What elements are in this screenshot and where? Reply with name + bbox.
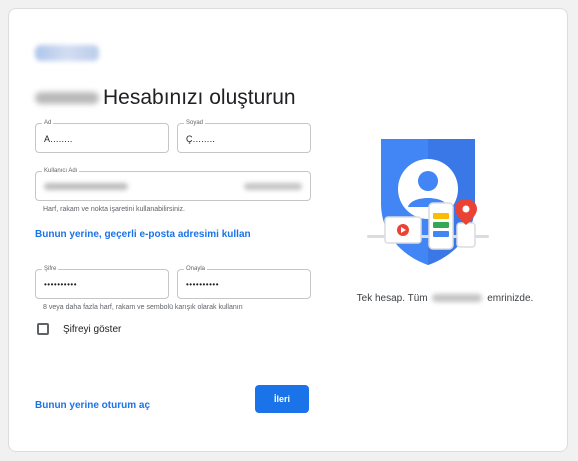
page-heading: Hesabınızı oluşturun: [35, 83, 296, 113]
confirm-password-field[interactable]: Onayla ••••••••••: [177, 264, 311, 299]
first-name-field[interactable]: Ad A........: [35, 118, 169, 153]
username-label: Kullanıcı Adı: [42, 166, 80, 176]
first-name-label: Ad: [42, 118, 54, 128]
username-value-blurred: [44, 183, 128, 190]
brand-name-blurred-tagline: [432, 294, 483, 303]
avatar-icon: [418, 171, 438, 191]
last-name-field[interactable]: Soyad Ç........: [177, 118, 311, 153]
confirm-password-label: Onayla: [184, 264, 208, 274]
email-domain-suffix: [244, 183, 302, 190]
tagline-prefix: Tek hesap. Tüm: [356, 293, 428, 304]
tagline: Tek hesap. Tüm emrinizde.: [335, 293, 555, 304]
next-button[interactable]: İleri: [255, 385, 309, 413]
last-name-label: Soyad: [184, 118, 206, 128]
use-existing-email-link[interactable]: Bunun yerine, geçerli e-posta adresimi k…: [35, 229, 251, 240]
last-name-value: Ç........: [186, 134, 216, 144]
password-hint: 8 veya daha fazla harf, rakam ve sembolü…: [43, 304, 243, 311]
show-password-checkbox[interactable]: [37, 323, 49, 335]
brand-logo: [35, 45, 99, 61]
signup-card: Hesabınızı oluşturun Ad A........ Soyad …: [8, 8, 568, 452]
password-field[interactable]: Şifre ••••••••••: [35, 264, 169, 299]
show-password-label[interactable]: Şifreyi göster: [63, 324, 121, 335]
confirm-password-value: ••••••••••: [186, 280, 220, 289]
page-title: Hesabınızı oluşturun: [103, 86, 296, 109]
password-label: Şifre: [42, 264, 59, 274]
username-field[interactable]: Kullanıcı Adı: [35, 166, 311, 201]
first-name-value: A........: [44, 134, 73, 144]
username-hint: Harf, rakam ve nokta işaretini kullanabi…: [43, 206, 185, 213]
sign-in-instead-link[interactable]: Bunun yerine oturum aç: [35, 400, 150, 411]
account-shield-illustration: [367, 139, 489, 265]
password-value: ••••••••••: [44, 280, 78, 289]
tagline-suffix: emrinizde.: [487, 293, 534, 304]
show-password-row[interactable]: Şifreyi göster: [37, 323, 121, 335]
brand-name-blurred: [35, 92, 99, 104]
